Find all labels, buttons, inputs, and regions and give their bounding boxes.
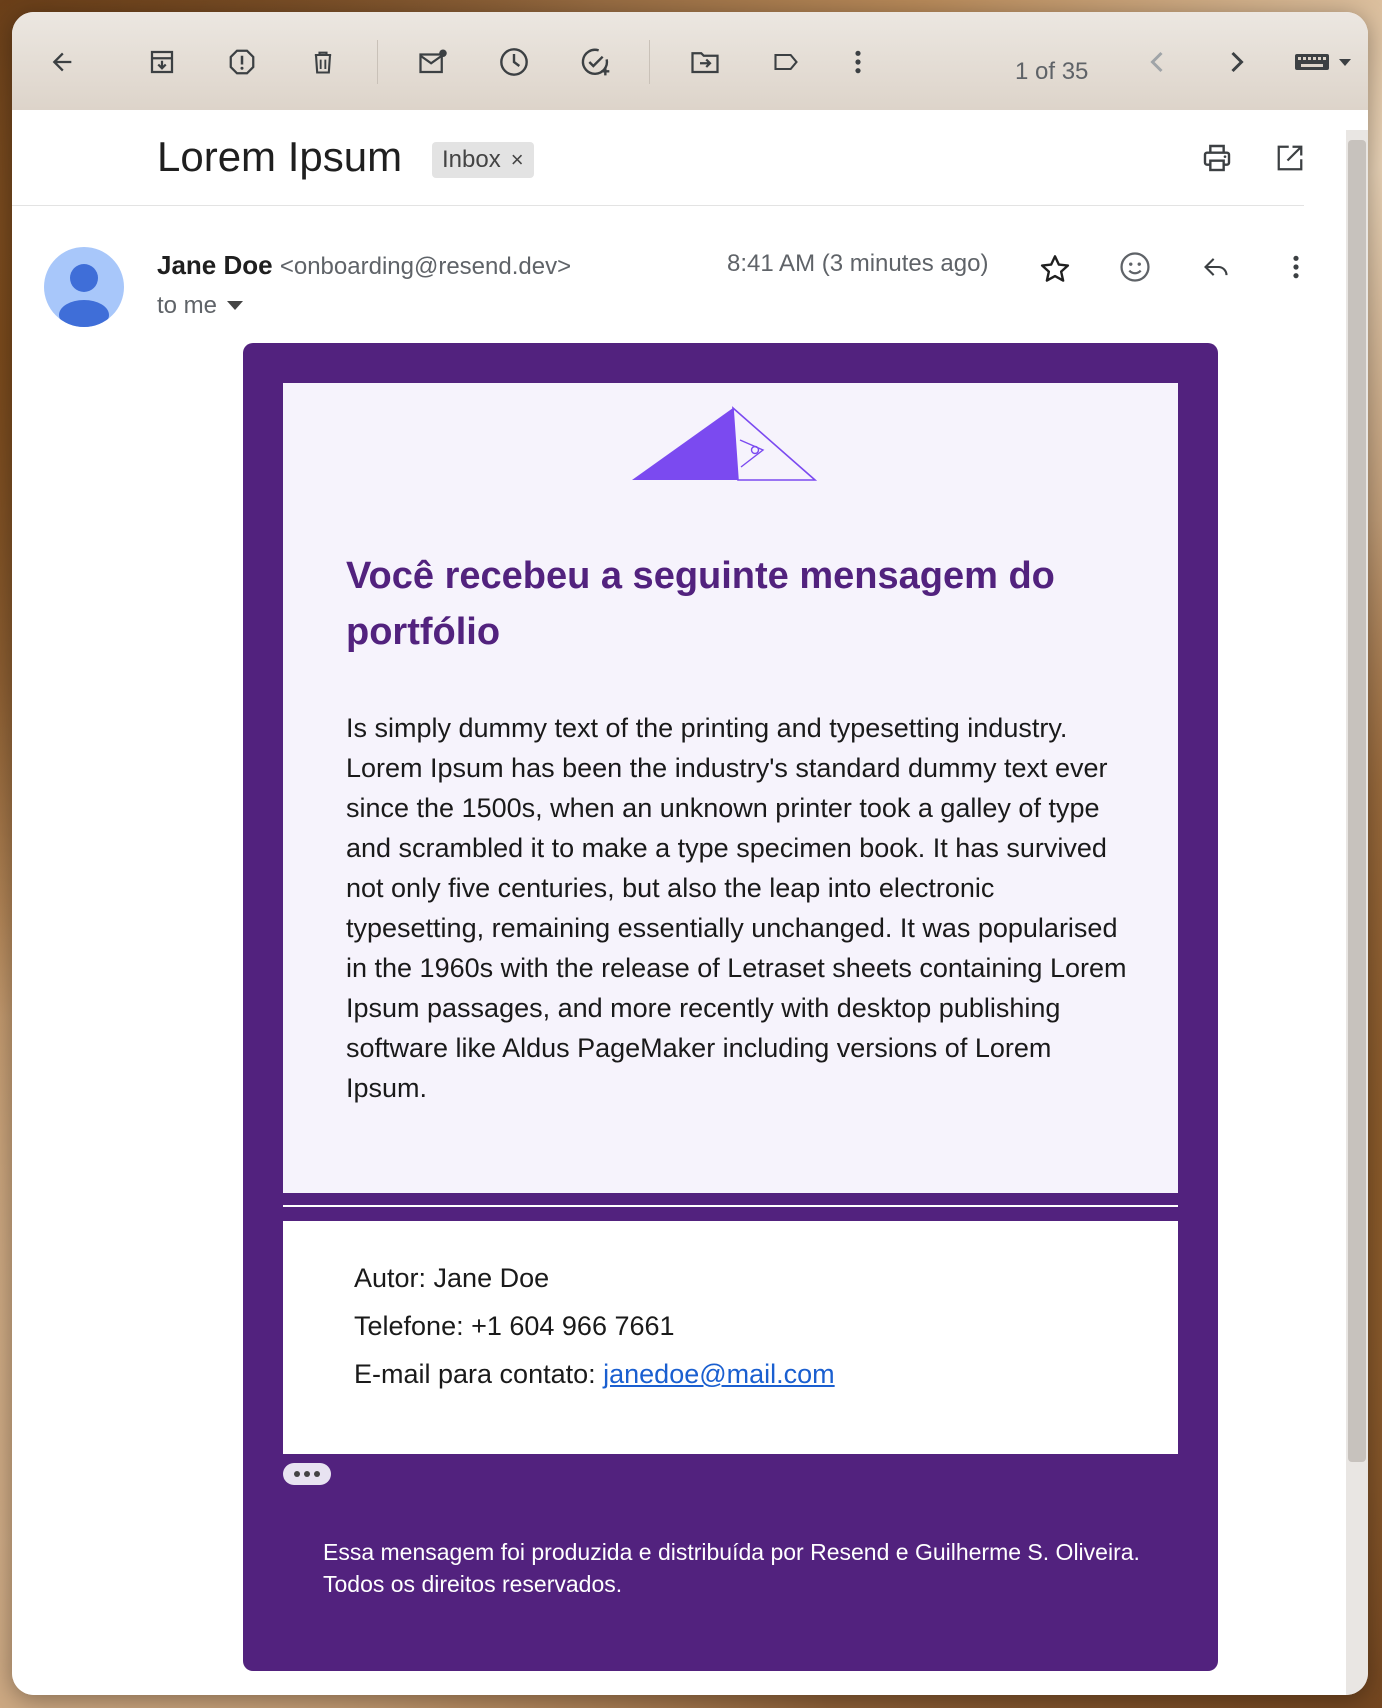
more-vert-icon[interactable] bbox=[840, 44, 876, 80]
open-new-window-icon[interactable] bbox=[1270, 138, 1310, 178]
reply-icon[interactable] bbox=[1196, 247, 1236, 287]
archive-icon[interactable] bbox=[144, 44, 180, 80]
email-body-frame: Você recebeu a seguinte mensagem do port… bbox=[243, 343, 1218, 1671]
toolbar-divider bbox=[649, 40, 650, 84]
sender-email: <onboarding@resend.dev> bbox=[279, 253, 572, 280]
sender-name[interactable]: Jane Doe bbox=[157, 250, 273, 280]
email-contact-label: E-mail para contato: bbox=[354, 1359, 604, 1389]
dot bbox=[304, 1471, 310, 1477]
message-more-icon[interactable] bbox=[1276, 247, 1316, 287]
email-message-text: Is simply dummy text of the printing and… bbox=[346, 713, 1127, 1103]
chevron-down-icon bbox=[227, 301, 244, 310]
prev-icon[interactable] bbox=[1139, 44, 1175, 80]
email-window: 1 of 35 Lorem Ipsum Inbox × Jane Doe <on… bbox=[12, 12, 1368, 1695]
toolbar: 1 of 35 bbox=[12, 12, 1368, 110]
subject-row: Lorem Ipsum Inbox × bbox=[12, 110, 1304, 206]
contact-card: Autor: Jane Doe Telefone: +1 604 966 766… bbox=[283, 1221, 1178, 1454]
inbox-label-chip[interactable]: Inbox × bbox=[432, 142, 534, 178]
message-card: Você recebeu a seguinte mensagem do port… bbox=[283, 383, 1178, 1193]
next-icon[interactable] bbox=[1219, 44, 1255, 80]
message-view: Lorem Ipsum Inbox × Jane Doe <onboarding… bbox=[12, 110, 1316, 1695]
print-icon[interactable] bbox=[1197, 138, 1237, 178]
add-task-icon[interactable] bbox=[578, 44, 614, 80]
dot bbox=[314, 1471, 320, 1477]
avatar[interactable] bbox=[44, 247, 124, 327]
email-heading: Você recebeu a seguinte mensagem do port… bbox=[346, 555, 1055, 653]
remove-label-icon[interactable]: × bbox=[511, 147, 524, 173]
sender-line: Jane Doe <onboarding@resend.dev> bbox=[157, 250, 571, 281]
email-contact-line: E-mail para contato: janedoe@mail.com bbox=[354, 1359, 835, 1390]
message-counter: 1 of 35 bbox=[1015, 58, 1089, 85]
phone-line: Telefone: +1 604 966 7661 bbox=[354, 1311, 675, 1341]
star-icon[interactable] bbox=[1035, 249, 1075, 289]
page-title: Lorem Ipsum bbox=[157, 133, 403, 180]
show-trimmed-content-button[interactable] bbox=[283, 1463, 331, 1485]
pyramid-logo-icon bbox=[632, 406, 818, 481]
message-time: 8:41 AM (3 minutes ago) bbox=[727, 250, 989, 277]
recipient-label: to me bbox=[157, 292, 218, 319]
emoji-reaction-icon[interactable] bbox=[1115, 247, 1155, 287]
divider bbox=[283, 1205, 1178, 1207]
author-line: Autor: Jane Doe bbox=[354, 1263, 550, 1293]
email-footer: Essa mensagem foi produzida e distribuíd… bbox=[323, 1539, 1140, 1597]
toolbar-divider bbox=[377, 40, 378, 84]
label-icon[interactable] bbox=[768, 44, 804, 80]
dot bbox=[294, 1471, 300, 1477]
scrollbar-thumb[interactable] bbox=[1348, 140, 1366, 1462]
inbox-label: Inbox bbox=[442, 146, 501, 173]
move-to-icon[interactable] bbox=[687, 44, 723, 80]
keyboard-icon[interactable] bbox=[1292, 44, 1358, 80]
back-arrow-icon[interactable] bbox=[44, 44, 80, 80]
delete-icon[interactable] bbox=[305, 44, 341, 80]
report-spam-icon[interactable] bbox=[224, 44, 260, 80]
snooze-icon[interactable] bbox=[496, 44, 532, 80]
email-contact-link[interactable]: janedoe@mail.com bbox=[603, 1359, 835, 1389]
mark-unread-icon[interactable] bbox=[415, 44, 451, 80]
recipient-toggle[interactable]: to me bbox=[157, 292, 244, 320]
